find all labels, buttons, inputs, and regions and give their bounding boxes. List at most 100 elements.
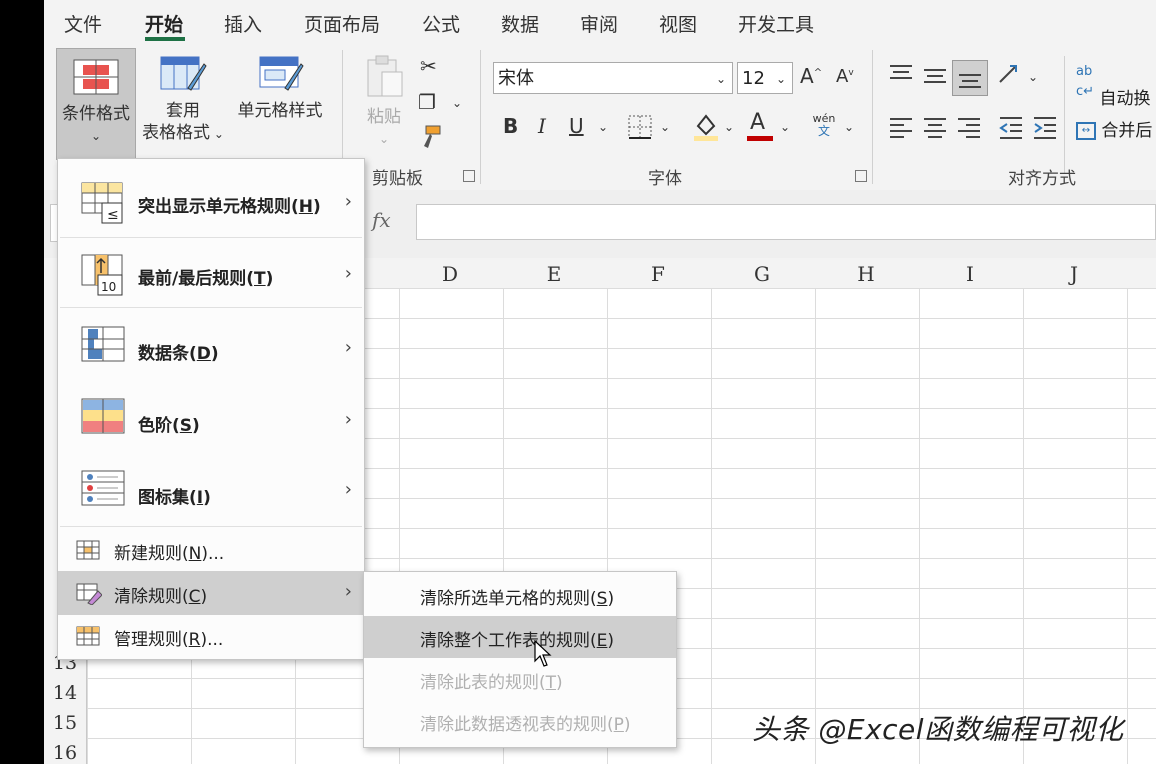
chevron-right-icon: › [344,581,352,602]
submenu-item-clear-entire-sheet[interactable]: 清除整个工作表的规则(E) [364,616,676,658]
insert-function-button[interactable]: fx [372,208,391,232]
increase-font-size-icon[interactable]: A^ [800,64,822,88]
tab-view[interactable]: 视图 [659,10,697,37]
chevron-down-icon: ⌄ [775,72,786,86]
menu-item-color-scales[interactable]: 色阶(S) › [58,383,364,455]
font-color-icon[interactable]: A [750,110,765,135]
menu-item-label: 图标集(I) [138,488,211,508]
merge-center-icon: ↔ [1076,122,1096,140]
submenu-item-clear-selected-cells[interactable]: 清除所选单元格的规则(S) [364,574,676,616]
column-header-e[interactable]: E [502,262,606,286]
align-center-icon[interactable] [922,114,948,140]
font-name-combo[interactable]: 宋体 ⌄ [493,62,733,94]
formula-input[interactable] [416,204,1156,240]
decrease-font-size-icon[interactable]: Av [836,66,854,87]
tab-review[interactable]: 审阅 [580,10,618,37]
italic-button[interactable]: I [538,114,546,138]
chevron-down-icon[interactable]: ⌄ [844,120,854,134]
cell-styles-button[interactable]: 单元格样式 [232,54,328,134]
submenu-item-label: 清除此表的规则(T) [420,673,563,693]
color-scales-icon [81,398,125,434]
tab-insert[interactable]: 插入 [224,10,262,37]
table-format-label-2-text: 表格格式 [142,123,211,143]
borders-icon[interactable] [627,114,653,140]
menu-item-manage-rules[interactable]: 管理规则(R)... [58,615,364,657]
chevron-right-icon: › [344,337,352,358]
conditional-format-button[interactable]: 条件格式 ⌄ [56,48,136,160]
column-header-h[interactable]: H [814,262,918,286]
column-header-d[interactable]: D [398,262,502,286]
tab-home[interactable]: 开始 [145,10,183,37]
phonetic-guide-button[interactable]: wén 文 [812,112,836,138]
submenu-item-clear-this-table: 清除此表的规则(T) [364,658,676,700]
font-color-swatch [747,136,773,141]
chevron-down-icon[interactable]: ⌄ [598,120,608,134]
menu-item-label: 管理规则(R)... [114,630,224,650]
column-header-i[interactable]: I [918,262,1022,286]
submenu-item-label: 清除所选单元格的规则(S) [420,589,615,609]
row-header-14[interactable]: 14 [46,682,84,704]
column-header-g[interactable]: G [710,262,814,286]
chevron-down-icon[interactable]: ⌄ [660,120,670,134]
wrap-text-button[interactable]: ab c↵ 自动换 [1076,64,1150,109]
watermark-text: 头条 @Excel函数编程可视化 [752,713,1124,746]
font-dialog-launcher[interactable] [855,170,867,182]
window-edge [0,0,44,764]
menu-divider [60,526,362,527]
menu-item-data-bars[interactable]: 数据条(D) › [58,311,364,383]
chevron-right-icon: › [344,191,352,212]
icon-sets-icon [81,470,125,506]
font-name-value: 宋体 [498,68,534,89]
tab-data[interactable]: 数据 [501,10,539,37]
merge-center-label: 合并后 [1101,121,1153,141]
align-left-icon[interactable] [888,114,914,140]
column-header-f[interactable]: F [606,262,710,286]
ribbon-separator [1064,56,1065,174]
align-bottom-icon [959,74,981,88]
table-format-label-2: 表格格式 ⌄ [138,122,228,145]
bold-button[interactable]: B [503,114,518,138]
paste-button[interactable]: 粘贴 ⌄ [358,54,410,154]
chevron-down-icon[interactable]: ⌄ [452,96,462,110]
tab-developer[interactable]: 开发工具 [738,10,814,37]
tab-formulas[interactable]: 公式 [422,10,460,37]
chevron-down-icon[interactable]: ⌄ [1028,70,1038,84]
new-rule-icon [76,540,100,560]
menu-item-clear-rules[interactable]: 清除规则(C) › [58,571,364,615]
chevron-down-icon[interactable]: ⌄ [780,120,790,134]
align-right-icon[interactable] [956,114,982,140]
merge-center-button[interactable]: ↔ 合并后 [1076,116,1152,141]
clipboard-icon [367,55,403,97]
increase-indent-icon[interactable] [1032,114,1058,140]
chevron-down-icon[interactable]: ⌄ [724,120,734,134]
menu-item-label: 色阶(S) [138,416,200,436]
format-as-table-button[interactable]: 套用 表格格式 ⌄ [138,54,228,154]
tab-file[interactable]: 文件 [64,10,102,37]
cut-icon[interactable]: ✂ [420,54,437,78]
copy-icon[interactable]: ❐ [418,90,436,114]
conditional-format-icon [73,59,119,95]
align-bottom-button[interactable] [952,60,988,96]
menu-item-top-bottom-rules[interactable]: 10 最前/最后规则(T) › [58,239,364,309]
row-header-16[interactable]: 16 [46,742,84,764]
row-header-15[interactable]: 15 [46,712,84,734]
menu-item-new-rule[interactable]: 新建规则(N)... [58,529,364,571]
font-size-combo[interactable]: 12 ⌄ [737,62,793,94]
align-top-icon[interactable] [888,62,914,86]
submenu-item-label: 清除整个工作表的规则(E) [420,631,615,651]
menu-item-highlight-cells-rules[interactable]: ≤ 突出显示单元格规则(H) › [58,167,364,237]
align-middle-icon[interactable] [922,62,948,86]
underline-button[interactable]: U [569,114,584,138]
clipboard-group-label: 剪贴板 [372,169,423,189]
menu-item-icon-sets[interactable]: 图标集(I) › [58,455,364,525]
clipboard-dialog-launcher[interactable] [463,170,475,182]
format-painter-icon[interactable] [418,124,442,150]
fill-color-icon[interactable] [692,110,720,142]
conditional-format-menu: ≤ 突出显示单元格规则(H) › 10 最前/最后规则(T) › 数据条(D) … [57,158,365,660]
tab-page-layout[interactable]: 页面布局 [304,10,380,37]
data-bars-icon [81,326,125,362]
column-header-j[interactable]: J [1022,262,1126,286]
orientation-icon[interactable] [996,62,1022,88]
wrap-text-icon: ab c↵ [1076,64,1095,99]
decrease-indent-icon[interactable] [998,114,1024,140]
